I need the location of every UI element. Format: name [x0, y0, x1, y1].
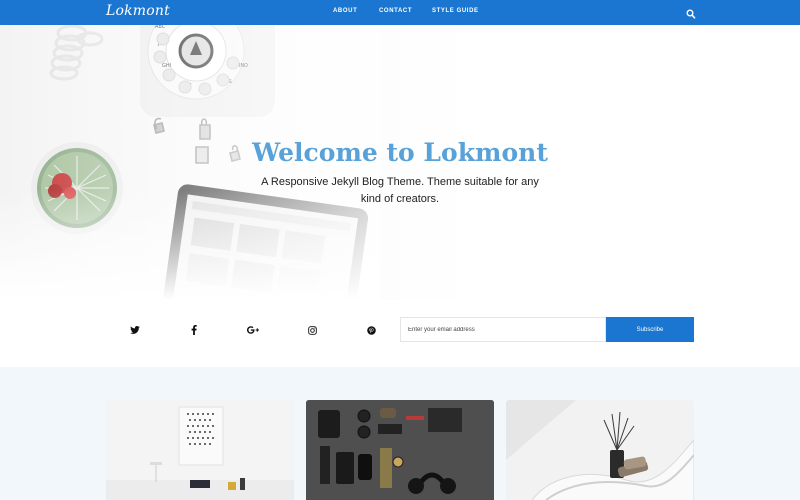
nav-links: ABOUT CONTACT STYLE GUIDE [0, 0, 800, 25]
facebook-icon[interactable] [187, 323, 201, 337]
hero-title: Welcome to Lokmont [252, 138, 548, 167]
posts-section [0, 367, 800, 500]
post-card[interactable] [506, 400, 694, 500]
hero-subtitle: A Responsive Jekyll Blog Theme. Theme su… [261, 176, 539, 205]
post-thumbnail-accessories-image [306, 400, 494, 500]
subscribe-button[interactable]: Subscribe [606, 317, 694, 342]
twitter-icon[interactable] [128, 323, 142, 337]
navbar: Lokmont ABOUT CONTACT STYLE GUIDE [0, 0, 800, 25]
nav-link-contact[interactable]: CONTACT [379, 8, 412, 14]
search-icon[interactable] [686, 7, 696, 19]
social-subscribe-section: Subscribe [0, 300, 800, 367]
post-card[interactable] [306, 400, 494, 500]
pinterest-icon[interactable] [364, 323, 378, 337]
instagram-icon[interactable] [305, 323, 319, 337]
post-thumbnail-desk-image [106, 400, 294, 500]
nav-link-style-guide[interactable]: STYLE GUIDE [432, 8, 479, 14]
post-thumbnail-lounge-chair-image [506, 400, 694, 500]
hero-section: JKLGHI WXYTUV PRSMNO ABC [0, 25, 800, 300]
google-plus-icon[interactable] [246, 323, 260, 337]
post-card[interactable] [106, 400, 294, 500]
email-field[interactable] [400, 317, 606, 342]
nav-link-about[interactable]: ABOUT [333, 8, 357, 14]
